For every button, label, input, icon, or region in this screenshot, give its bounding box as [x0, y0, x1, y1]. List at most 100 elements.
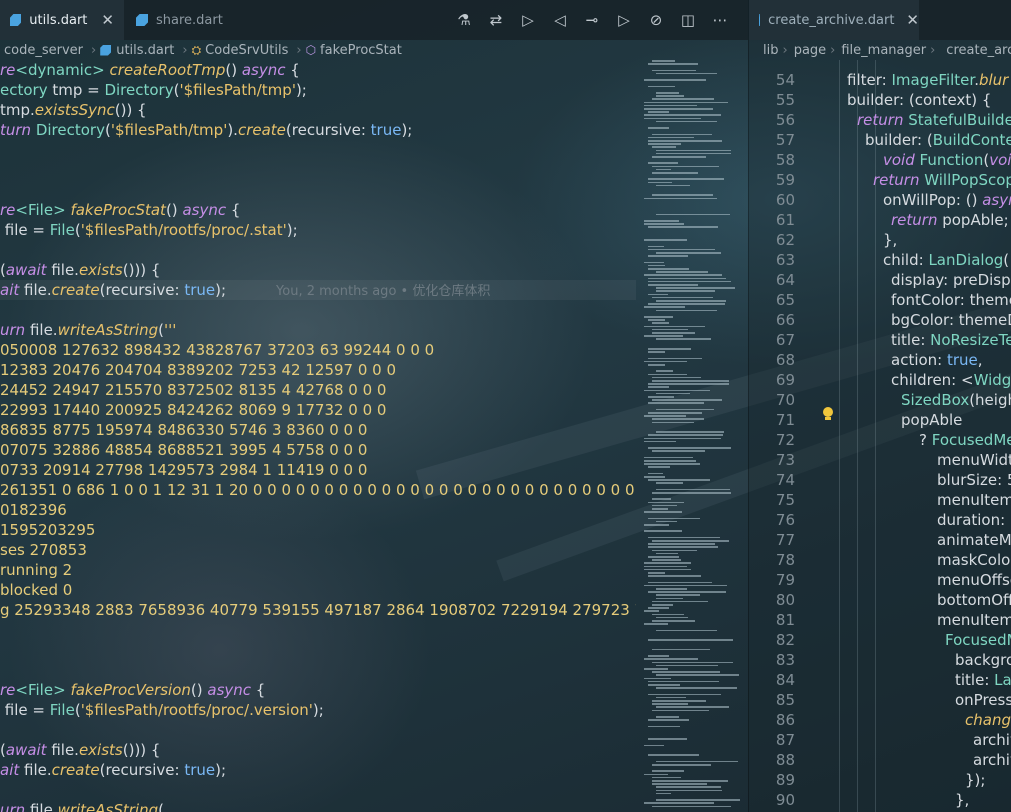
tab-share-dart[interactable]: share.dart [126, 0, 246, 40]
code-line[interactable]: 69 children: <Widget [749, 370, 1011, 390]
code-line[interactable]: 261351 0 686 1 0 0 1 12 31 1 20 0 0 0 0 … [0, 480, 636, 500]
breadcrumb-file-manager[interactable]: file_manager [841, 43, 926, 58]
code-line[interactable]: 54 filter: ImageFilter.blur [749, 70, 1011, 90]
code-editor-right[interactable]: 54 filter: ImageFilter.blur 55 builder: (co… [749, 60, 1011, 812]
code-line[interactable]: 66 bgColor: themeDo [749, 310, 1011, 330]
code-line[interactable]: file = File('$filesPath/rootfs/proc/.ver… [0, 700, 324, 720]
lightbulb-icon[interactable] [823, 407, 833, 420]
code-line[interactable]: 72 ? FocusedMen [749, 430, 1011, 450]
code-line[interactable]: 56 return StatefulBuilder [749, 110, 1011, 130]
code-line[interactable]: blocked 0 [0, 580, 72, 600]
code-text: menuItemE [937, 491, 1011, 509]
code-line[interactable]: 0182396 [0, 500, 67, 520]
code-line[interactable]: re<File> fakeProcVersion() async { [0, 680, 265, 700]
code-line[interactable]: (await file.exists())) { [0, 260, 160, 280]
breadcrumb-class[interactable]: CodeSrvUtils [205, 43, 288, 58]
code-line[interactable]: 84 title: Lar [749, 670, 1011, 690]
minimap[interactable] [636, 60, 744, 812]
code-line[interactable]: 74 blurSize: 5 [749, 470, 1011, 490]
code-line[interactable]: tmp.existsSync()) { [0, 100, 147, 120]
code-line[interactable]: 24452 24947 215570 8372502 8135 4 42768 … [0, 380, 386, 400]
code-line[interactable]: 71 popAble [749, 410, 1011, 430]
code-line[interactable]: 63 child: LanDialog( [749, 250, 1011, 270]
code-line[interactable]: ses 270853 [0, 540, 87, 560]
code-line[interactable]: urn file.writeAsString(''' [0, 320, 176, 340]
code-line[interactable]: 050008 127632 898432 43828767 37203 63 9… [0, 340, 434, 360]
go-forward-icon[interactable]: ▷ [608, 11, 640, 29]
run-icon[interactable]: ▷ [512, 11, 544, 29]
code-line[interactable]: re<dynamic> createRootTmp() async { [0, 60, 300, 80]
go-back-icon[interactable]: ◁ [544, 11, 576, 29]
code-line[interactable]: 59 return WillPopScope [749, 170, 1011, 190]
code-line[interactable]: 80 bottomOff [749, 590, 1011, 610]
code-line[interactable]: 07075 32886 48854 8688521 3995 4 5758 0 … [0, 440, 367, 460]
tab-create-archive-dart[interactable]: create_archive.dart ✕ [749, 0, 919, 40]
code-line[interactable]: 68 action: true, [749, 350, 1011, 370]
more-actions-icon[interactable]: ⋯ [704, 11, 736, 29]
git-compare-icon[interactable]: ⇄ [480, 11, 512, 29]
code-line[interactable]: re<File> fakeProcStat() async { [0, 200, 240, 220]
code-line[interactable]: 0733 20914 27798 1429573 2984 1 11419 0 … [0, 460, 367, 480]
code-line[interactable]: (await file.exists())) { [0, 740, 160, 760]
code-line[interactable]: 61 return popAble; [749, 210, 1011, 230]
code-line[interactable]: 79 menuOffse [749, 570, 1011, 590]
code-line[interactable]: urn file.writeAsString( [0, 800, 164, 812]
code-line[interactable]: 57 builder: (BuildContex [749, 130, 1011, 150]
code-line[interactable]: 83 backgrou [749, 650, 1011, 670]
minimap-line [648, 543, 715, 545]
breadcrumb-file[interactable]: utils.dart [116, 43, 174, 58]
code-line[interactable]: 64 display: preDisplo [749, 270, 1011, 290]
split-editor-icon[interactable]: ◫ [672, 11, 704, 29]
code-line[interactable]: 22993 17440 200925 8424262 8069 9 17732 … [0, 400, 386, 420]
code-line[interactable]: file = File('$filesPath/rootfs/proc/.sta… [0, 220, 298, 240]
code-line[interactable]: 65 fontColor: theme [749, 290, 1011, 310]
tab-utils-dart[interactable]: utils.dart ✕ [0, 0, 124, 40]
code-line[interactable]: 75 menuItemE [749, 490, 1011, 510]
minimap-line [644, 274, 722, 276]
code-line[interactable]: running 2 [0, 560, 72, 580]
line-number: 89 [775, 771, 795, 789]
code-line[interactable]: 12383 20476 204704 8389202 7253 42 12597… [0, 360, 396, 380]
code-line[interactable]: 76 duration: D [749, 510, 1011, 530]
code-line[interactable]: 77 animateMe [749, 530, 1011, 550]
breadcrumb-folder[interactable]: code_server [4, 43, 83, 58]
code-line[interactable]: 55 builder: (context) { [749, 90, 1011, 110]
minimap-line [644, 524, 670, 526]
code-line[interactable]: 70 SizedBox(heigh [749, 390, 1011, 410]
code-line[interactable]: 60 onWillPop: () async [749, 190, 1011, 210]
git-blame-annotation: You, 2 months ago • 优化仓库体积 [276, 284, 491, 299]
breadcrumb-page[interactable]: page [794, 43, 826, 58]
code-line[interactable]: ait file.create(recursive: true); [0, 760, 226, 780]
breadcrumb-lib[interactable]: lib [763, 43, 778, 58]
commit-icon[interactable]: ⊸ [576, 11, 608, 29]
code-line[interactable]: 87 archiv [749, 730, 1011, 750]
code-line[interactable]: 89}); [749, 770, 1011, 790]
timeline-icon[interactable]: ⊘ [640, 11, 672, 29]
code-line[interactable]: ait file.create(recursive: true); You, 2 … [0, 280, 490, 300]
breadcrumb-method[interactable]: fakeProcStat [320, 43, 402, 58]
code-line[interactable]: 62}, [749, 230, 1011, 250]
code-line[interactable]: 86 change [749, 710, 1011, 730]
code-line[interactable]: 67 title: NoResizeTe [749, 330, 1011, 350]
code-line[interactable]: 88 archiv [749, 750, 1011, 770]
code-line[interactable]: 90}, [749, 790, 1011, 810]
close-icon[interactable]: ✕ [101, 11, 114, 29]
code-line[interactable]: 1595203295 [0, 520, 95, 540]
code-editor[interactable]: re<dynamic> createRootTmp() async {ector… [0, 60, 636, 812]
code-line[interactable]: 78 maskColor: [749, 550, 1011, 570]
minimap-line [648, 181, 672, 184]
debug-bottle-icon[interactable]: ⚗ [448, 11, 480, 29]
code-line[interactable]: ectory tmp = Directory('$filesPath/tmp')… [0, 80, 307, 100]
code-line[interactable]: 81 menuItems [749, 610, 1011, 630]
code-line[interactable]: 73 menuWidth [749, 450, 1011, 470]
close-icon[interactable]: ✕ [906, 11, 919, 29]
code-line[interactable]: 85 onPresse [749, 690, 1011, 710]
breadcrumb-file[interactable]: create_arch [946, 43, 1011, 58]
line-number: 71 [775, 411, 795, 429]
code-line[interactable]: 82 FocusedM [749, 630, 1011, 650]
code-line[interactable]: 86835 8775 195974 8486330 5746 3 8360 0 … [0, 420, 367, 440]
code-line[interactable]: g 25293348 2883 7658936 40779 539155 497… [0, 600, 636, 620]
code-line[interactable]: turn Directory('$filesPath/tmp').create(… [0, 120, 412, 140]
code-line[interactable]: 58 void Function(void [749, 150, 1011, 170]
minimap-line [648, 373, 688, 376]
